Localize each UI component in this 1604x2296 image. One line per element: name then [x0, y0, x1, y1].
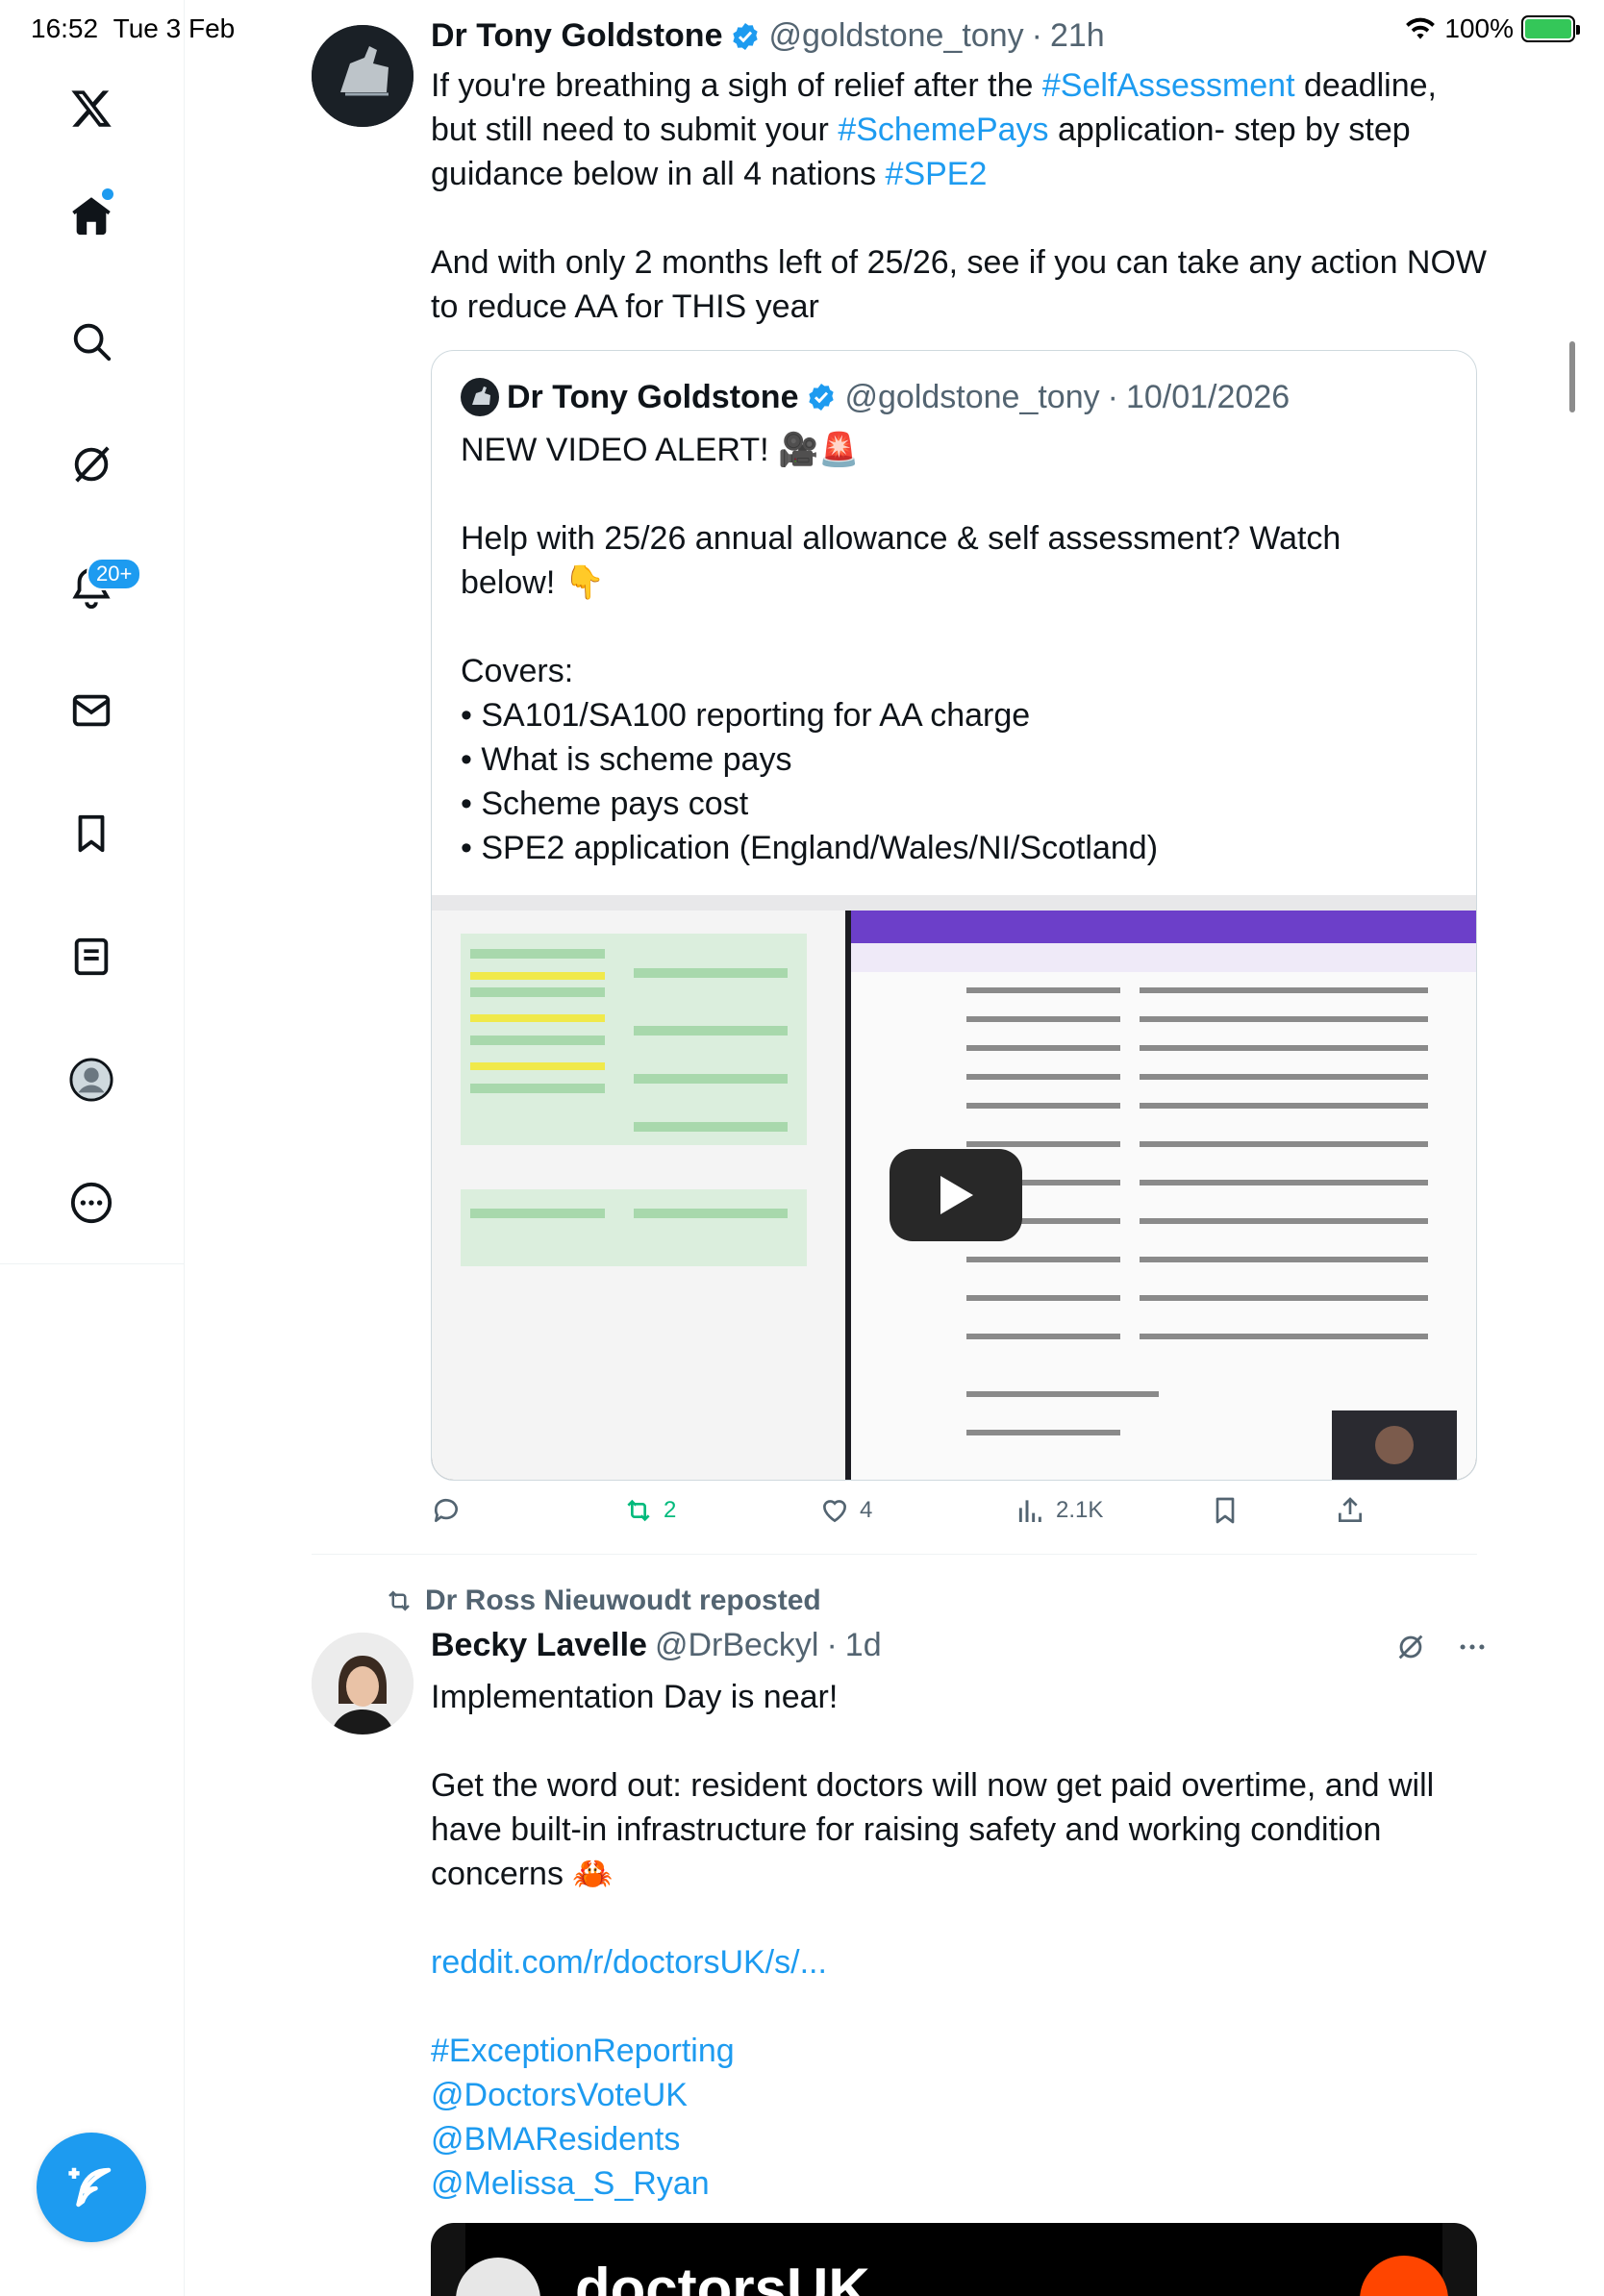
- hashtag-exceptionreporting[interactable]: #ExceptionReporting: [431, 2029, 1489, 2073]
- quote-line-2: Help with 25/26 annual allowance & self …: [461, 520, 1341, 601]
- quote-date: 10/01/2026: [1125, 378, 1291, 415]
- quote-covers: Covers:: [461, 653, 574, 689]
- compose-button[interactable]: [37, 2133, 146, 2242]
- verified-badge-icon: [733, 22, 759, 50]
- lists-icon[interactable]: [63, 929, 119, 985]
- quote-header: Dr Tony Goldstone @goldstone_tony · 10/0…: [461, 378, 1290, 416]
- repost-button[interactable]: 2: [623, 1495, 676, 1526]
- tweet-time[interactable]: 21h: [1050, 17, 1105, 55]
- bookmarks-icon[interactable]: [63, 806, 119, 861]
- author-handle[interactable]: @goldstone_tony: [768, 17, 1023, 55]
- tweet2-paragraph-2: Get the word out: resident doctors will …: [431, 1767, 1435, 1892]
- dot-separator: ·: [1107, 378, 1118, 415]
- author-handle[interactable]: @DrBeckyl: [655, 1627, 819, 1664]
- tweet2-line-1: Implementation Day is near!: [431, 1679, 839, 1715]
- tweet-body: If you're breathing a sigh of relief aft…: [431, 63, 1489, 329]
- tweet2-header: Becky Lavelle @DrBeckyl · 1d: [431, 1627, 882, 1664]
- reply-button[interactable]: [431, 1495, 471, 1526]
- becky-avatar[interactable]: [312, 1633, 414, 1734]
- reply-icon: [434, 1498, 458, 1522]
- card-title: doctorsUK: [575, 2257, 870, 2296]
- author-name[interactable]: Becky Lavelle: [431, 1627, 647, 1664]
- tweet-header: Dr Tony Goldstone @goldstone_tony · 21h: [431, 17, 1105, 55]
- mention-melissa-s-ryan[interactable]: @Melissa_S_Ryan: [431, 2161, 1489, 2206]
- link-preview-card[interactable]: doctorsUK: [431, 2223, 1477, 2296]
- quoted-tweet[interactable]: Dr Tony Goldstone @goldstone_tony · 10/0…: [431, 350, 1477, 1481]
- messages-icon[interactable]: [63, 683, 119, 738]
- video-player[interactable]: [432, 895, 1476, 1480]
- video-frame-tax-form: [432, 911, 845, 1480]
- profile-avatar-icon[interactable]: [63, 1052, 119, 1108]
- author-name[interactable]: Dr Tony Goldstone: [431, 17, 722, 55]
- author-avatar[interactable]: [312, 25, 414, 127]
- quote-line-1: NEW VIDEO ALERT! 🎥🚨: [461, 432, 860, 468]
- sidebar: 20+: [0, 0, 185, 2296]
- verified-badge-icon: [809, 384, 835, 411]
- like-count: 4: [860, 1497, 873, 1523]
- tweet2-header-actions: [1394, 1631, 1489, 1663]
- battery-percent: 100%: [1444, 13, 1514, 43]
- battery-icon: [1521, 15, 1580, 42]
- tweet-paragraph-2: And with only 2 months left of 25/26, se…: [431, 244, 1488, 325]
- sidebar-divider: [0, 1263, 185, 1264]
- search-icon[interactable]: [63, 313, 119, 369]
- video-frame-menubar: [432, 895, 1476, 911]
- share-icon: [1339, 1497, 1362, 1522]
- quote-author-name: Dr Tony Goldstone: [507, 378, 799, 415]
- hashtag-spe2[interactable]: #SPE2: [886, 156, 988, 192]
- status-indicators: 100%: [1404, 13, 1580, 44]
- repost-icon: [627, 1499, 650, 1522]
- like-button[interactable]: 4: [819, 1495, 872, 1526]
- dot-separator: ·: [826, 1627, 838, 1663]
- dot-separator: ·: [1031, 17, 1042, 54]
- notifications-badge: 20+: [87, 558, 142, 590]
- play-button[interactable]: [890, 1149, 1022, 1241]
- grok-icon[interactable]: [1394, 1631, 1427, 1663]
- more-icon[interactable]: [63, 1175, 119, 1231]
- quote-author-handle: @goldstone_tony: [844, 378, 1100, 415]
- share-button[interactable]: [1335, 1495, 1366, 1526]
- tweet-time[interactable]: 1d: [845, 1627, 882, 1664]
- views-count: 2.1K: [1056, 1497, 1104, 1523]
- repost-count: 2: [664, 1497, 677, 1523]
- home-notification-dot: [102, 188, 113, 200]
- views-icon: [1018, 1500, 1041, 1522]
- more-options-icon[interactable]: [1456, 1631, 1489, 1663]
- play-icon: [940, 1176, 973, 1214]
- quote-bullet: • Scheme pays cost: [461, 786, 749, 822]
- quote-avatar: [461, 378, 499, 416]
- bookmark-button[interactable]: [1210, 1495, 1241, 1526]
- quote-bullet: • What is scheme pays: [461, 741, 792, 778]
- quote-body: NEW VIDEO ALERT! 🎥🚨 Help with 25/26 annu…: [461, 428, 1451, 870]
- heart-icon: [822, 1500, 847, 1523]
- hashtag-schemepays[interactable]: #SchemePays: [838, 112, 1048, 148]
- compose-feather-icon: [68, 2167, 112, 2208]
- views-button[interactable]: 2.1K: [1015, 1495, 1103, 1526]
- quote-bullet: • SPE2 application (England/Wales/NI/Sco…: [461, 830, 1159, 866]
- mention-bmaresidents[interactable]: @BMAResidents: [431, 2117, 1489, 2161]
- x-logo-icon[interactable]: [63, 81, 119, 137]
- tweet-actions: 2 4 2.1K: [431, 1495, 1373, 1537]
- quote-bullet: • SA101/SA100 reporting for AA charge: [461, 697, 1031, 734]
- wifi-icon: [1406, 17, 1436, 39]
- repost-icon: [388, 1590, 410, 1611]
- grok-icon[interactable]: [63, 437, 119, 492]
- reddit-link[interactable]: reddit.com/r/doctorsUK/s/...: [431, 1940, 1489, 1984]
- scrollbar[interactable]: [1569, 341, 1575, 412]
- hashtag-selfassessment[interactable]: #SelfAssessment: [1042, 67, 1295, 104]
- bookmark-icon: [1216, 1497, 1235, 1524]
- tweet2-body: Implementation Day is near! Get the word…: [431, 1675, 1489, 2206]
- tweet-divider: [312, 1554, 1477, 1555]
- repost-context[interactable]: Dr Ross Nieuwoudt reposted: [385, 1585, 821, 1617]
- mention-doctorsvoteuk[interactable]: @DoctorsVoteUK: [431, 2073, 1489, 2117]
